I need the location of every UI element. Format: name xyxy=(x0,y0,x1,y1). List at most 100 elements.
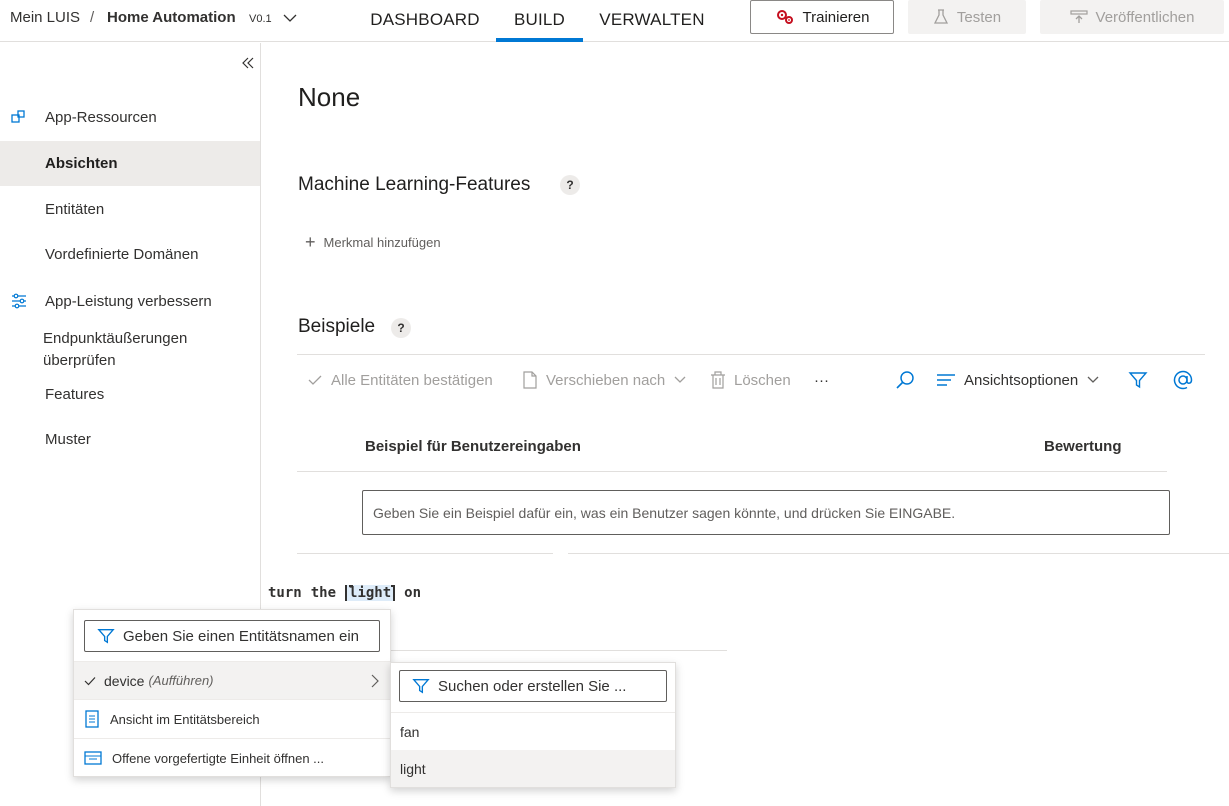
sidebar-item-intents[interactable]: Absichten xyxy=(0,141,260,186)
entity-filter-placeholder: Geben Sie einen Entitätsnamen ein xyxy=(123,627,359,645)
plus-icon: + xyxy=(305,232,316,252)
row-divider xyxy=(297,553,553,554)
header-divider xyxy=(297,471,1167,472)
filter-button[interactable] xyxy=(1128,368,1148,392)
sidebar-item-review-endpoint[interactable]: Endpunktäußerungen überprüfen xyxy=(0,325,230,375)
sidebar-item-label: Features xyxy=(45,385,105,403)
move-to-button[interactable]: Verschieben nach xyxy=(522,368,687,392)
more-button[interactable]: ··· xyxy=(814,368,829,392)
more-icon: ··· xyxy=(814,371,829,389)
move-to-label: Verschieben nach xyxy=(546,371,666,389)
breadcrumb-root[interactable]: Mein LUIS xyxy=(10,9,80,26)
checkmark-icon xyxy=(308,375,322,385)
sidebar-item-entities[interactable]: Entitäten xyxy=(0,187,260,231)
lines-icon xyxy=(937,374,955,386)
submenu-item-light[interactable]: light xyxy=(391,750,675,787)
utterance-token[interactable]: on xyxy=(404,585,421,601)
resources-icon xyxy=(11,110,25,123)
sidebar-item-label: App-Leistung verbessern xyxy=(45,292,212,310)
selected-utterance-token[interactable]: light xyxy=(345,585,396,601)
filter-icon xyxy=(1128,372,1148,389)
help-icon[interactable]: ? xyxy=(391,318,411,338)
search-icon xyxy=(896,371,914,389)
search-button[interactable] xyxy=(895,368,915,392)
view-options-label: Ansichtsoptionen xyxy=(964,371,1079,389)
delete-button[interactable]: Löschen xyxy=(710,368,791,392)
menu-item-view-in-panel[interactable]: Ansicht im Entitätsbereich xyxy=(74,700,390,738)
at-sign-icon xyxy=(1173,370,1193,390)
search-or-create-placeholder: Suchen oder erstellen Sie ... xyxy=(438,677,627,695)
sidebar-item-label: Muster xyxy=(45,430,91,448)
breadcrumb-separator: / xyxy=(90,9,95,26)
sidebar-item-label: Entitäten xyxy=(45,200,105,218)
ml-features-title: Machine Learning-Features xyxy=(298,174,531,195)
entity-context-menu: Geben Sie einen Entitätsnamen ein device… xyxy=(73,609,391,777)
column-header-score[interactable]: Bewertung xyxy=(1044,438,1122,455)
gears-icon xyxy=(776,10,793,24)
toolbar-divider xyxy=(297,354,1205,355)
top-bar: Mein LUIS / Home Automation V0.1 DASHBOA… xyxy=(0,0,1229,42)
chevron-down-icon xyxy=(1087,376,1099,383)
sidebar-item-features[interactable]: Features xyxy=(0,372,260,416)
sidebar-item-prebuilt-domains[interactable]: Vordefinierte Domänen xyxy=(0,232,260,276)
search-or-create-input[interactable]: Suchen oder erstellen Sie ... xyxy=(399,670,667,702)
submenu-item-fan[interactable]: fan xyxy=(391,713,675,750)
delete-label: Löschen xyxy=(734,371,791,389)
menu-item-open-prebuilt[interactable]: Offene vorgefertigte Einheit öffnen ... xyxy=(74,739,390,777)
train-button[interactable]: Trainieren xyxy=(750,0,894,34)
menu-item-label: Offene vorgefertigte Einheit öffnen ... xyxy=(112,750,324,766)
confirm-all-label: Alle Entitäten bestätigen xyxy=(331,371,493,389)
view-options-button[interactable]: Ansichtsoptionen xyxy=(936,368,1100,392)
intent-title: None xyxy=(298,82,361,112)
entity-filter-input[interactable]: Geben Sie einen Entitätsnamen ein xyxy=(84,620,380,652)
tab-dashboard[interactable]: DASHBOARD xyxy=(365,0,485,40)
entity-mention-button[interactable] xyxy=(1172,368,1194,392)
examples-title: Beispiele xyxy=(298,316,376,337)
publish-icon xyxy=(1069,10,1088,23)
sidebar-item-label: Absichten xyxy=(45,155,118,172)
filter-icon xyxy=(412,679,430,694)
row-divider xyxy=(568,553,1229,554)
menu-item-device[interactable]: device (Aufführen) xyxy=(74,662,390,699)
trash-icon xyxy=(711,371,725,389)
sidebar-item-label: Endpunktäußerungen überprüfen xyxy=(43,330,188,369)
version-chevron-down-icon[interactable] xyxy=(282,11,298,25)
utterance-row: turn the light on xyxy=(268,585,421,601)
sidebar-item-patterns[interactable]: Muster xyxy=(0,417,260,461)
entity-type: (Aufführen) xyxy=(148,673,214,688)
flask-icon xyxy=(933,9,948,24)
utterance-input[interactable]: Geben Sie ein Beispiel dafür ein, was ei… xyxy=(362,490,1170,535)
entity-value-submenu: Suchen oder erstellen Sie ... fan light xyxy=(390,662,676,788)
collapse-sidebar-icon[interactable] xyxy=(240,55,256,71)
train-label: Trainieren xyxy=(802,8,870,26)
sidebar-item-improve-performance[interactable]: App-Leistung verbessern xyxy=(0,279,260,323)
chevron-down-icon xyxy=(674,376,686,383)
utterance-token[interactable]: the xyxy=(311,585,336,601)
publish-button[interactable]: Veröffentlichen xyxy=(1040,0,1224,34)
sidebar-item-label: App-Ressourcen xyxy=(45,108,157,126)
menu-item-label: Ansicht im Entitätsbereich xyxy=(110,711,260,727)
confirm-all-button[interactable]: Alle Entitäten bestätigen xyxy=(307,368,493,392)
tab-verwalten[interactable]: VERWALTEN xyxy=(594,0,710,40)
document-list-icon xyxy=(85,710,99,728)
document-icon xyxy=(523,371,537,389)
add-feature-button[interactable]: + Merkmal hinzufügen xyxy=(305,233,441,251)
sidebar-item-label: Vordefinierte Domänen xyxy=(45,245,199,263)
tab-build[interactable]: BUILD xyxy=(496,0,583,42)
test-label: Testen xyxy=(956,8,1002,26)
table-icon xyxy=(84,751,102,765)
column-header-example[interactable]: Beispiel für Benutzereingaben xyxy=(365,438,581,455)
publish-label: Veröffentlichen xyxy=(1095,8,1195,26)
sidebar-item-app-resources[interactable]: App-Ressourcen xyxy=(0,95,260,139)
filter-icon xyxy=(97,629,115,644)
help-icon[interactable]: ? xyxy=(560,175,580,195)
entity-name: device xyxy=(104,672,145,689)
checkmark-icon xyxy=(84,676,96,685)
chevron-right-icon xyxy=(371,674,379,688)
utterance-token[interactable]: turn xyxy=(268,585,302,601)
version-label[interactable]: V0.1 xyxy=(249,13,272,25)
add-feature-label: Merkmal hinzufügen xyxy=(323,234,441,250)
app-name[interactable]: Home Automation xyxy=(107,9,236,26)
sliders-icon xyxy=(12,293,26,309)
test-button[interactable]: Testen xyxy=(908,0,1026,34)
